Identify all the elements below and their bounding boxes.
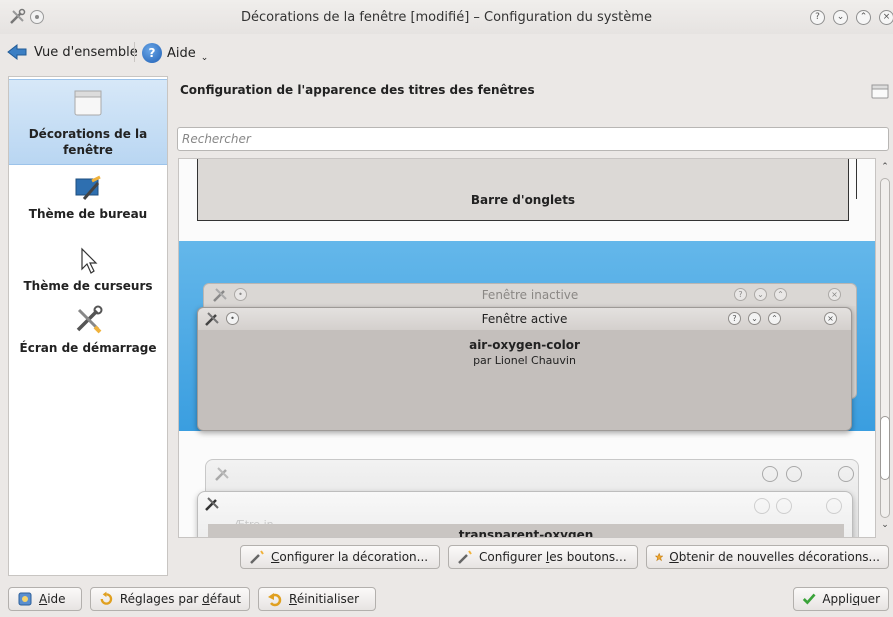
help-icon: ? [734,288,747,301]
toolbar: Vue d'ensemble ? Aide ⌄ [0,34,893,68]
sidebar: Décorations de la fenêtre Thème de burea… [8,76,168,576]
reset-button[interactable]: Réinitialiser [258,587,376,611]
label-text: onfigurer la décoration... [279,550,429,564]
window-decoration-icon [74,90,102,116]
page-title: Configuration de l'apparence des titres … [180,83,535,97]
active-window-preview: Ætre in... transparent-oxygen [197,491,853,538]
configure-decoration-button[interactable]: Configurer la décoration... [240,545,440,569]
label-text: ide [47,592,66,606]
desktop-theme-icon [75,175,101,200]
scroll-up-icon[interactable]: ⌃ [879,162,891,174]
active-window-preview: • Fenêtre active ? ⌄ ⌃ × air-oxygen-colo… [197,307,852,431]
minimize-icon: ⌄ [754,288,767,301]
label-accel: O [669,550,679,564]
list-item[interactable]: Barre d'onglets [179,159,875,239]
close-icon: × [824,312,837,325]
tools-icon [215,467,229,481]
maximize-icon [776,498,792,514]
configure-buttons-button[interactable]: Configurer les boutons... [448,545,638,569]
active-window-titlebar: • Fenêtre active ? ⌄ ⌃ × [198,308,851,330]
theme-author: par Lionel Chauvin [473,354,576,367]
restore-icon [100,591,113,605]
list-item[interactable]: Ætre in... transparent-oxygen [179,449,875,538]
sidebar-item-label: Écran de démarrage [19,341,157,355]
undo-icon [268,593,282,607]
tools-icon [205,497,219,511]
minimize-icon [762,466,778,482]
help-window-button[interactable]: ? [810,10,825,25]
get-new-decorations-button[interactable]: Obtenir de nouvelles décorations... [646,545,889,569]
window-titlebar: Décorations de la fenêtre [modifié] – Co… [0,0,893,34]
list-item-selected[interactable]: • Fenêtre inactive ? ⌄ ⌃ × • Fenêtre act… [179,241,875,431]
help-book-icon [18,592,32,606]
label-text: Appli [822,592,853,606]
list-scrollbar[interactable]: ⌃ ⌄ [877,158,893,538]
minimize-icon [754,498,770,514]
label-accel: q [852,592,861,606]
close-icon [838,466,854,482]
toolbar-separator [134,42,135,62]
close-icon [826,498,842,514]
help-icon: ? [728,312,741,325]
theme-name: air-oxygen-color [469,338,580,352]
splash-tools-icon [76,305,103,334]
minimize-icon: ⌄ [748,312,761,325]
back-arrow-icon [7,43,27,61]
maximize-icon: ⌃ [768,312,781,325]
maximize-button[interactable]: ⌃ [856,10,871,25]
label-accel: A [39,592,48,606]
label-text: éinitialiser [296,592,360,606]
overview-label: Vue d'ensemble [34,44,138,60]
scroll-thumb[interactable] [880,416,890,480]
tabbar-shadow [849,159,857,199]
label-text: uer [860,592,880,606]
checkmark-icon [802,593,816,605]
decoration-list[interactable]: Barre d'onglets • Fenêtre inactive ? ⌄ ⌃… [178,158,876,538]
search-input[interactable]: Rechercher [177,127,889,151]
cursor-icon [81,247,98,274]
close-icon: × [828,288,841,301]
window-title: Décorations de la fenêtre [modifié] – Co… [241,10,652,25]
label-text: es boutons... [549,550,627,564]
label-text: Réglages par [119,592,203,606]
close-button[interactable]: × [879,10,893,25]
inactive-window-titlebar: • Fenêtre inactive ? ⌄ ⌃ × [204,284,856,306]
defaults-button[interactable]: Réglages par défaut [90,587,250,611]
sidebar-item-cursor-theme[interactable]: Thème de curseurs [9,247,167,303]
maximize-icon: ⌃ [774,288,787,301]
scroll-down-icon[interactable]: ⌄ [879,520,891,532]
overview-button[interactable]: Vue d'ensemble [6,42,138,62]
apply-button[interactable]: Appliquer [793,587,889,611]
label-accel: R [289,592,297,606]
tabbar-preview: Barre d'onglets [197,159,849,221]
star-icon [655,552,664,562]
wrench-icon [250,550,264,564]
sidebar-item-splash-screen[interactable]: Écran de démarrage [9,305,167,367]
chevron-down-icon: ⌄ [200,53,209,63]
sidebar-item-window-decorations[interactable]: Décorations de la fenêtre [9,79,167,165]
dialog-buttons: Aide Réglages par défaut Réinitialiser A… [0,583,893,617]
tabbar-label: Barre d'onglets [470,193,576,207]
minimize-button[interactable]: ⌄ [833,10,848,25]
label-text: btenir de nouvelles décorations... [678,550,880,564]
help-button[interactable]: Aide [8,587,82,611]
theme-preview-body: transparent-oxygen [208,524,844,538]
help-icon: ? [142,43,162,63]
sidebar-item-label: Thème de bureau [28,207,148,221]
wrench-icon [458,550,472,564]
sidebar-item-label: Thème de curseurs [23,279,153,293]
label-text: éfaut [209,592,241,606]
sidebar-item-label: Décorations de la fenêtre [28,127,148,157]
maximize-icon [786,466,802,482]
label-text: Configurer [479,550,546,564]
help-menu-button[interactable]: ? Aide ⌄ [142,42,208,64]
help-menu-label: Aide [167,45,196,61]
window-config-icon [871,84,889,99]
sidebar-item-desktop-theme[interactable]: Thème de bureau [9,175,167,233]
label-accel: d [202,592,210,606]
theme-name: transparent-oxygen [458,528,594,538]
